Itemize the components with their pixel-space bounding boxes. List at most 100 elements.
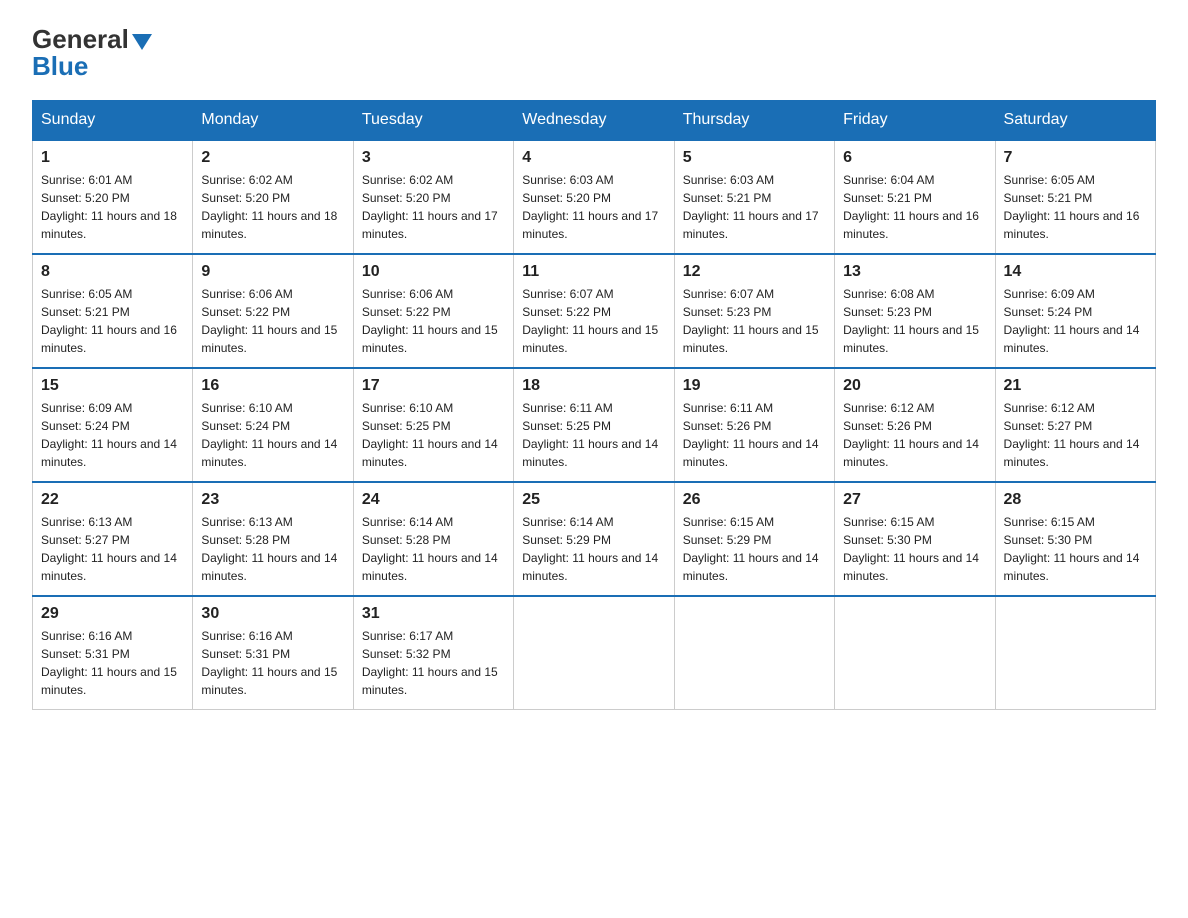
calendar-week-row: 22 Sunrise: 6:13 AMSunset: 5:27 PMDaylig…	[33, 482, 1156, 596]
day-number: 28	[1004, 491, 1147, 509]
page-header: General Blue	[32, 24, 1156, 82]
calendar-cell: 15 Sunrise: 6:09 AMSunset: 5:24 PMDaylig…	[33, 368, 193, 482]
day-number: 18	[522, 377, 665, 395]
day-number: 25	[522, 491, 665, 509]
day-number: 23	[201, 491, 344, 509]
logo: General Blue	[32, 24, 152, 82]
day-number: 8	[41, 263, 184, 281]
calendar-cell: 3 Sunrise: 6:02 AMSunset: 5:20 PMDayligh…	[353, 140, 513, 254]
calendar-cell: 10 Sunrise: 6:06 AMSunset: 5:22 PMDaylig…	[353, 254, 513, 368]
calendar-cell: 30 Sunrise: 6:16 AMSunset: 5:31 PMDaylig…	[193, 596, 353, 710]
weekday-header-monday: Monday	[193, 101, 353, 141]
weekday-header-sunday: Sunday	[33, 101, 193, 141]
calendar-cell: 22 Sunrise: 6:13 AMSunset: 5:27 PMDaylig…	[33, 482, 193, 596]
day-number: 30	[201, 605, 344, 623]
day-info: Sunrise: 6:04 AMSunset: 5:21 PMDaylight:…	[843, 173, 979, 241]
calendar-cell	[674, 596, 834, 710]
day-number: 4	[522, 149, 665, 167]
day-info: Sunrise: 6:11 AMSunset: 5:25 PMDaylight:…	[522, 401, 658, 469]
day-info: Sunrise: 6:15 AMSunset: 5:30 PMDaylight:…	[1004, 515, 1140, 583]
logo-triangle-icon	[132, 34, 152, 50]
calendar-cell: 14 Sunrise: 6:09 AMSunset: 5:24 PMDaylig…	[995, 254, 1155, 368]
calendar-week-row: 1 Sunrise: 6:01 AMSunset: 5:20 PMDayligh…	[33, 140, 1156, 254]
calendar-cell: 21 Sunrise: 6:12 AMSunset: 5:27 PMDaylig…	[995, 368, 1155, 482]
calendar-cell: 5 Sunrise: 6:03 AMSunset: 5:21 PMDayligh…	[674, 140, 834, 254]
calendar-cell: 27 Sunrise: 6:15 AMSunset: 5:30 PMDaylig…	[835, 482, 995, 596]
weekday-header-wednesday: Wednesday	[514, 101, 674, 141]
day-number: 10	[362, 263, 505, 281]
day-info: Sunrise: 6:14 AMSunset: 5:29 PMDaylight:…	[522, 515, 658, 583]
calendar-cell: 9 Sunrise: 6:06 AMSunset: 5:22 PMDayligh…	[193, 254, 353, 368]
day-number: 29	[41, 605, 184, 623]
calendar-cell: 1 Sunrise: 6:01 AMSunset: 5:20 PMDayligh…	[33, 140, 193, 254]
day-info: Sunrise: 6:15 AMSunset: 5:30 PMDaylight:…	[843, 515, 979, 583]
day-number: 26	[683, 491, 826, 509]
calendar-cell: 25 Sunrise: 6:14 AMSunset: 5:29 PMDaylig…	[514, 482, 674, 596]
day-info: Sunrise: 6:10 AMSunset: 5:24 PMDaylight:…	[201, 401, 337, 469]
day-number: 15	[41, 377, 184, 395]
day-info: Sunrise: 6:15 AMSunset: 5:29 PMDaylight:…	[683, 515, 819, 583]
day-info: Sunrise: 6:09 AMSunset: 5:24 PMDaylight:…	[41, 401, 177, 469]
calendar-cell: 23 Sunrise: 6:13 AMSunset: 5:28 PMDaylig…	[193, 482, 353, 596]
calendar-cell: 6 Sunrise: 6:04 AMSunset: 5:21 PMDayligh…	[835, 140, 995, 254]
day-number: 7	[1004, 149, 1147, 167]
calendar-cell: 20 Sunrise: 6:12 AMSunset: 5:26 PMDaylig…	[835, 368, 995, 482]
calendar-cell: 17 Sunrise: 6:10 AMSunset: 5:25 PMDaylig…	[353, 368, 513, 482]
day-number: 20	[843, 377, 986, 395]
day-info: Sunrise: 6:13 AMSunset: 5:27 PMDaylight:…	[41, 515, 177, 583]
calendar-cell: 31 Sunrise: 6:17 AMSunset: 5:32 PMDaylig…	[353, 596, 513, 710]
day-info: Sunrise: 6:06 AMSunset: 5:22 PMDaylight:…	[362, 287, 498, 355]
day-info: Sunrise: 6:06 AMSunset: 5:22 PMDaylight:…	[201, 287, 337, 355]
day-number: 11	[522, 263, 665, 281]
calendar-cell: 29 Sunrise: 6:16 AMSunset: 5:31 PMDaylig…	[33, 596, 193, 710]
logo-blue: Blue	[32, 51, 88, 82]
calendar-week-row: 15 Sunrise: 6:09 AMSunset: 5:24 PMDaylig…	[33, 368, 1156, 482]
weekday-header-thursday: Thursday	[674, 101, 834, 141]
calendar-cell: 18 Sunrise: 6:11 AMSunset: 5:25 PMDaylig…	[514, 368, 674, 482]
day-info: Sunrise: 6:12 AMSunset: 5:27 PMDaylight:…	[1004, 401, 1140, 469]
day-number: 3	[362, 149, 505, 167]
calendar-cell: 16 Sunrise: 6:10 AMSunset: 5:24 PMDaylig…	[193, 368, 353, 482]
day-number: 2	[201, 149, 344, 167]
calendar-cell: 13 Sunrise: 6:08 AMSunset: 5:23 PMDaylig…	[835, 254, 995, 368]
calendar-cell	[995, 596, 1155, 710]
weekday-header-friday: Friday	[835, 101, 995, 141]
calendar-cell: 12 Sunrise: 6:07 AMSunset: 5:23 PMDaylig…	[674, 254, 834, 368]
calendar-cell: 4 Sunrise: 6:03 AMSunset: 5:20 PMDayligh…	[514, 140, 674, 254]
day-info: Sunrise: 6:07 AMSunset: 5:22 PMDaylight:…	[522, 287, 658, 355]
calendar-table: SundayMondayTuesdayWednesdayThursdayFrid…	[32, 100, 1156, 710]
day-number: 13	[843, 263, 986, 281]
calendar-week-row: 29 Sunrise: 6:16 AMSunset: 5:31 PMDaylig…	[33, 596, 1156, 710]
calendar-cell: 28 Sunrise: 6:15 AMSunset: 5:30 PMDaylig…	[995, 482, 1155, 596]
day-info: Sunrise: 6:12 AMSunset: 5:26 PMDaylight:…	[843, 401, 979, 469]
day-number: 9	[201, 263, 344, 281]
calendar-cell	[835, 596, 995, 710]
day-info: Sunrise: 6:02 AMSunset: 5:20 PMDaylight:…	[201, 173, 337, 241]
day-number: 17	[362, 377, 505, 395]
day-info: Sunrise: 6:01 AMSunset: 5:20 PMDaylight:…	[41, 173, 177, 241]
day-number: 24	[362, 491, 505, 509]
day-number: 16	[201, 377, 344, 395]
day-info: Sunrise: 6:05 AMSunset: 5:21 PMDaylight:…	[41, 287, 177, 355]
calendar-week-row: 8 Sunrise: 6:05 AMSunset: 5:21 PMDayligh…	[33, 254, 1156, 368]
calendar-cell: 11 Sunrise: 6:07 AMSunset: 5:22 PMDaylig…	[514, 254, 674, 368]
day-number: 14	[1004, 263, 1147, 281]
day-number: 5	[683, 149, 826, 167]
calendar-cell: 26 Sunrise: 6:15 AMSunset: 5:29 PMDaylig…	[674, 482, 834, 596]
calendar-cell: 7 Sunrise: 6:05 AMSunset: 5:21 PMDayligh…	[995, 140, 1155, 254]
day-number: 6	[843, 149, 986, 167]
day-info: Sunrise: 6:14 AMSunset: 5:28 PMDaylight:…	[362, 515, 498, 583]
day-info: Sunrise: 6:03 AMSunset: 5:21 PMDaylight:…	[683, 173, 819, 241]
day-info: Sunrise: 6:09 AMSunset: 5:24 PMDaylight:…	[1004, 287, 1140, 355]
day-info: Sunrise: 6:08 AMSunset: 5:23 PMDaylight:…	[843, 287, 979, 355]
calendar-cell: 24 Sunrise: 6:14 AMSunset: 5:28 PMDaylig…	[353, 482, 513, 596]
day-info: Sunrise: 6:17 AMSunset: 5:32 PMDaylight:…	[362, 629, 498, 697]
calendar-cell: 19 Sunrise: 6:11 AMSunset: 5:26 PMDaylig…	[674, 368, 834, 482]
day-number: 12	[683, 263, 826, 281]
calendar-cell: 2 Sunrise: 6:02 AMSunset: 5:20 PMDayligh…	[193, 140, 353, 254]
weekday-header-row: SundayMondayTuesdayWednesdayThursdayFrid…	[33, 101, 1156, 141]
day-info: Sunrise: 6:16 AMSunset: 5:31 PMDaylight:…	[201, 629, 337, 697]
day-number: 31	[362, 605, 505, 623]
day-info: Sunrise: 6:02 AMSunset: 5:20 PMDaylight:…	[362, 173, 498, 241]
calendar-cell: 8 Sunrise: 6:05 AMSunset: 5:21 PMDayligh…	[33, 254, 193, 368]
